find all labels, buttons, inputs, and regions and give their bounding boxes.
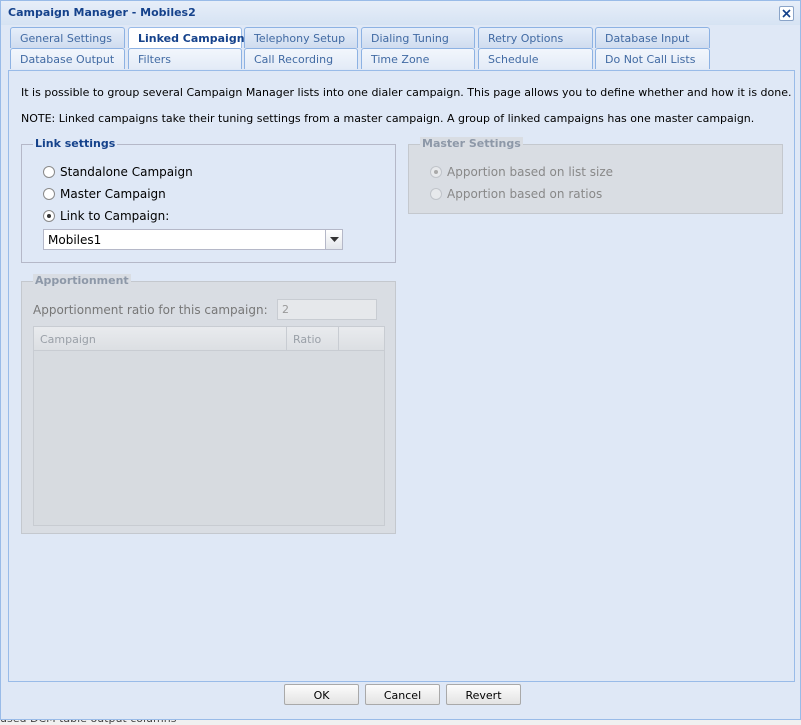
tab-retry-options[interactable]: Retry Options bbox=[478, 27, 593, 48]
ratio-input[interactable]: 2 bbox=[277, 299, 377, 320]
ok-button[interactable]: OK bbox=[284, 684, 359, 705]
close-button[interactable] bbox=[779, 6, 794, 21]
tab-telephony-setup[interactable]: Telephony Setup bbox=[244, 27, 358, 48]
tab-time-zone[interactable]: Time Zone bbox=[361, 48, 475, 69]
title-bar: Campaign Manager - Mobiles2 bbox=[1, 1, 800, 25]
linked-campaign-value: Mobiles1 bbox=[48, 233, 102, 247]
tab-linked-campaign[interactable]: Linked Campaign bbox=[128, 27, 245, 48]
column-campaign[interactable]: Campaign bbox=[34, 327, 287, 351]
campaign-manager-dialog: Campaign Manager - Mobiles2 General Sett… bbox=[0, 0, 801, 720]
cancel-button[interactable]: Cancel bbox=[365, 684, 440, 705]
tab-database-input[interactable]: Database Input bbox=[595, 27, 710, 48]
master-settings-legend: Master Settings bbox=[420, 137, 523, 150]
master-settings-group: Master Settings Apportion based on list … bbox=[408, 137, 783, 214]
chevron-down-icon bbox=[330, 237, 339, 242]
apportionment-legend: Apportionment bbox=[33, 274, 131, 287]
link-label: Link to Campaign: bbox=[60, 209, 170, 223]
master-label: Master Campaign bbox=[60, 187, 166, 201]
tab-general-settings[interactable]: General Settings bbox=[10, 27, 125, 48]
grid-header: Campaign Ratio bbox=[34, 327, 384, 351]
tab-content-panel: It is possible to group several Campaign… bbox=[8, 70, 795, 682]
tab-dialing-tuning[interactable]: Dialing Tuning bbox=[361, 27, 475, 48]
apportion-list-size-radio[interactable] bbox=[430, 166, 442, 178]
apportion-ratios-label: Apportion based on ratios bbox=[447, 187, 603, 201]
tab-do-not-call-lists[interactable]: Do Not Call Lists bbox=[595, 48, 710, 69]
apportion-ratios-radio[interactable] bbox=[430, 188, 442, 200]
window-title: Campaign Manager - Mobiles2 bbox=[8, 6, 196, 19]
linked-campaign-combo[interactable]: Mobiles1 bbox=[43, 229, 343, 250]
tab-database-output[interactable]: Database Output bbox=[10, 48, 125, 69]
tab-schedule[interactable]: Schedule bbox=[478, 48, 593, 69]
close-icon bbox=[782, 9, 791, 18]
combo-trigger[interactable] bbox=[325, 230, 342, 249]
tab-call-recording[interactable]: Call Recording bbox=[244, 48, 358, 69]
info-text: It is possible to group several Campaign… bbox=[21, 86, 792, 99]
tab-strip: General Settings Linked Campaign Telepho… bbox=[1, 25, 800, 71]
link-radio[interactable] bbox=[43, 210, 55, 222]
standalone-label: Standalone Campaign bbox=[60, 165, 193, 179]
tab-filters[interactable]: Filters bbox=[128, 48, 242, 69]
apportionment-group: Apportionment Apportionment ratio for th… bbox=[21, 274, 396, 534]
standalone-radio[interactable] bbox=[43, 166, 55, 178]
link-settings-group: Link settings Standalone Campaign Master… bbox=[21, 137, 396, 263]
master-radio[interactable] bbox=[43, 188, 55, 200]
note-text: NOTE: Linked campaigns take their tuning… bbox=[21, 112, 755, 125]
apportion-list-size-label: Apportion based on list size bbox=[447, 165, 614, 179]
ratio-label: Apportionment ratio for this campaign: bbox=[33, 303, 268, 317]
apportionment-grid: Campaign Ratio bbox=[33, 326, 385, 526]
link-settings-legend: Link settings bbox=[33, 137, 118, 150]
column-ratio[interactable]: Ratio bbox=[287, 327, 339, 351]
revert-button[interactable]: Revert bbox=[446, 684, 521, 705]
